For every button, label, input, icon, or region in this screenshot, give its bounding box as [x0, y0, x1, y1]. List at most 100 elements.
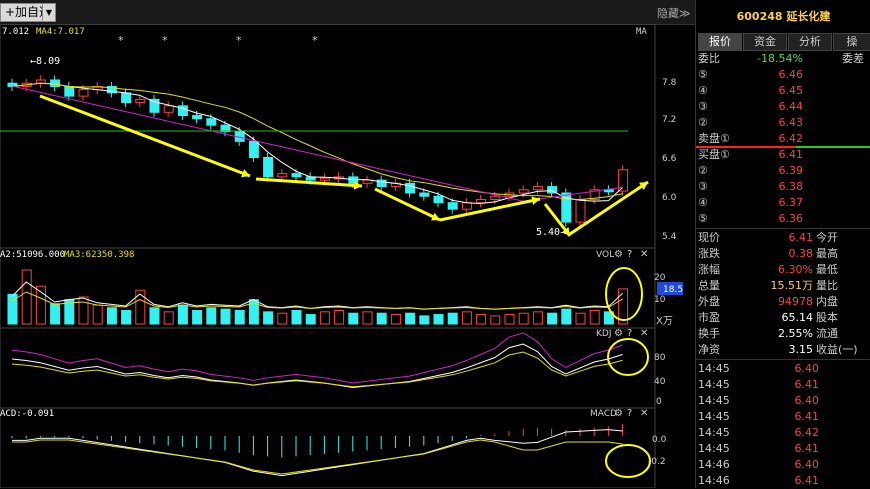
hide-panel-button[interactable]: 隐藏≫	[657, 5, 691, 21]
ma-lines-group	[0, 82, 628, 205]
level-label: ⑤	[698, 212, 708, 225]
bid-row: ② 6.39	[696, 163, 870, 179]
vol-current-value: 18.5	[663, 285, 683, 295]
macd-close-icon[interactable]: ✕	[640, 408, 648, 419]
volume-bar	[319, 311, 330, 325]
volume-bar	[547, 312, 558, 325]
candle-body	[319, 177, 330, 181]
stat-row: 市盈 65.14 股本	[696, 310, 870, 326]
level-label: ②	[698, 116, 708, 129]
candle-body	[433, 195, 444, 204]
kdj-help-icon[interactable]: ?	[627, 328, 632, 339]
candle-body	[263, 157, 274, 178]
stock-title: 600248 延长化建	[696, 8, 870, 24]
macd-settings-icon[interactable]: ⚙	[614, 408, 623, 419]
vol-name: VOL	[596, 250, 614, 260]
volume-bar	[291, 310, 302, 325]
volume-bar	[149, 307, 160, 325]
stat-label-2: 最高	[816, 247, 838, 260]
candle-body	[603, 189, 614, 193]
stat-label: 总量	[698, 279, 720, 292]
candle-body	[575, 198, 586, 223]
tab-quote[interactable]: 报价	[698, 33, 742, 51]
tick-price: 6.40	[794, 394, 820, 407]
macd-panel-border	[0, 407, 656, 488]
kdj-k-line	[11, 343, 623, 389]
divider	[696, 228, 870, 229]
tab-analysis[interactable]: 分析	[788, 33, 832, 51]
volume-bar	[177, 304, 188, 325]
macd-y-tick: -0.2	[648, 457, 666, 467]
tick-time: 14:46	[698, 474, 730, 487]
vol-settings-icon[interactable]: ⚙	[614, 249, 623, 260]
kline-chart-area[interactable]: 7.012 MA4:7.017 MA * * * * ←8.09 5.40→ 7…	[0, 24, 695, 488]
stat-label-2: 收益(一)	[816, 343, 858, 356]
volume-bar	[575, 312, 586, 325]
stat-value: 2.55%	[778, 327, 813, 340]
vol-ma3-label: MA3:62350.398	[64, 250, 134, 260]
ask-row: ② 6.43	[696, 115, 870, 131]
volume-bar	[135, 289, 146, 325]
volume-bar	[447, 312, 458, 325]
tick-time: 14:45	[698, 362, 730, 375]
weicha-label: 委差	[842, 52, 864, 65]
annotation-arrows-group	[39, 94, 649, 237]
stat-value: 15.51万	[770, 279, 814, 292]
y-tick: 6.6	[662, 154, 677, 164]
candle-body	[476, 198, 487, 204]
candle-body	[50, 79, 61, 87]
volume-bar	[433, 314, 444, 325]
kdj-j-line	[11, 332, 623, 384]
candle-body	[64, 85, 75, 97]
stat-value: 94978	[778, 295, 813, 308]
low-price-label: 5.40→	[536, 227, 566, 238]
star-marker: *	[118, 34, 124, 47]
weibi-label: 委比	[698, 52, 720, 65]
y-tick: 6.0	[662, 193, 677, 203]
volume-bar	[50, 303, 61, 325]
price-value: 6.44	[778, 100, 804, 113]
price-value: 6.41	[778, 148, 804, 161]
ma-right-label: MA	[636, 27, 647, 37]
volume-bar	[490, 315, 501, 325]
star-marker: *	[312, 34, 318, 47]
tick-price: 6.41	[794, 410, 820, 423]
kdj-close-icon[interactable]: ✕	[640, 328, 648, 339]
quote-panel: 600248 延长化建 报价 资金 分析 操 委比 -18.54% 委差 ⑤ 6.…	[695, 0, 870, 488]
vol-ma2-label: A2:51096.000	[0, 250, 65, 260]
stat-label-2: 内盘	[816, 295, 838, 308]
volume-bar	[21, 269, 32, 325]
stat-label: 现价	[698, 231, 720, 244]
candle-body	[121, 92, 132, 104]
price-value: 6.43	[778, 116, 804, 129]
candle-body	[135, 98, 146, 104]
add-watchlist-dropdown[interactable]: ▼	[42, 3, 56, 22]
stat-value: 3.15	[788, 343, 814, 356]
tick-time: 14:45	[698, 394, 730, 407]
stat-row: 现价 6.41 今开	[696, 230, 870, 246]
volume-bar	[334, 310, 345, 325]
vol-help-icon[interactable]: ?	[627, 249, 632, 260]
volume-bar	[504, 314, 515, 325]
stat-value: 6.30%	[778, 263, 813, 276]
volume-bar	[206, 307, 217, 325]
trend-arrow	[374, 187, 441, 222]
tick-time: 14:45	[698, 410, 730, 423]
candle-body	[490, 195, 501, 200]
macd-name: MACD	[590, 409, 617, 419]
vol-close-icon[interactable]: ✕	[640, 249, 648, 260]
candle-body	[561, 192, 572, 223]
tab-more[interactable]: 操	[833, 33, 870, 51]
price-value: 6.46	[778, 68, 804, 81]
macd-help-icon[interactable]: ?	[627, 408, 632, 419]
level-label: ④	[698, 84, 708, 97]
macd-group	[11, 424, 624, 477]
vol-ma-line-yellow	[11, 291, 623, 310]
tab-funds[interactable]: 资金	[743, 33, 787, 51]
kdj-y-tick: 80	[654, 353, 666, 363]
volume-bar	[461, 311, 472, 325]
volume-bar	[78, 296, 89, 325]
kdj-settings-icon[interactable]: ⚙	[614, 328, 623, 339]
tick-row: 14:45 6.41	[696, 409, 870, 425]
candle-body	[277, 173, 288, 178]
